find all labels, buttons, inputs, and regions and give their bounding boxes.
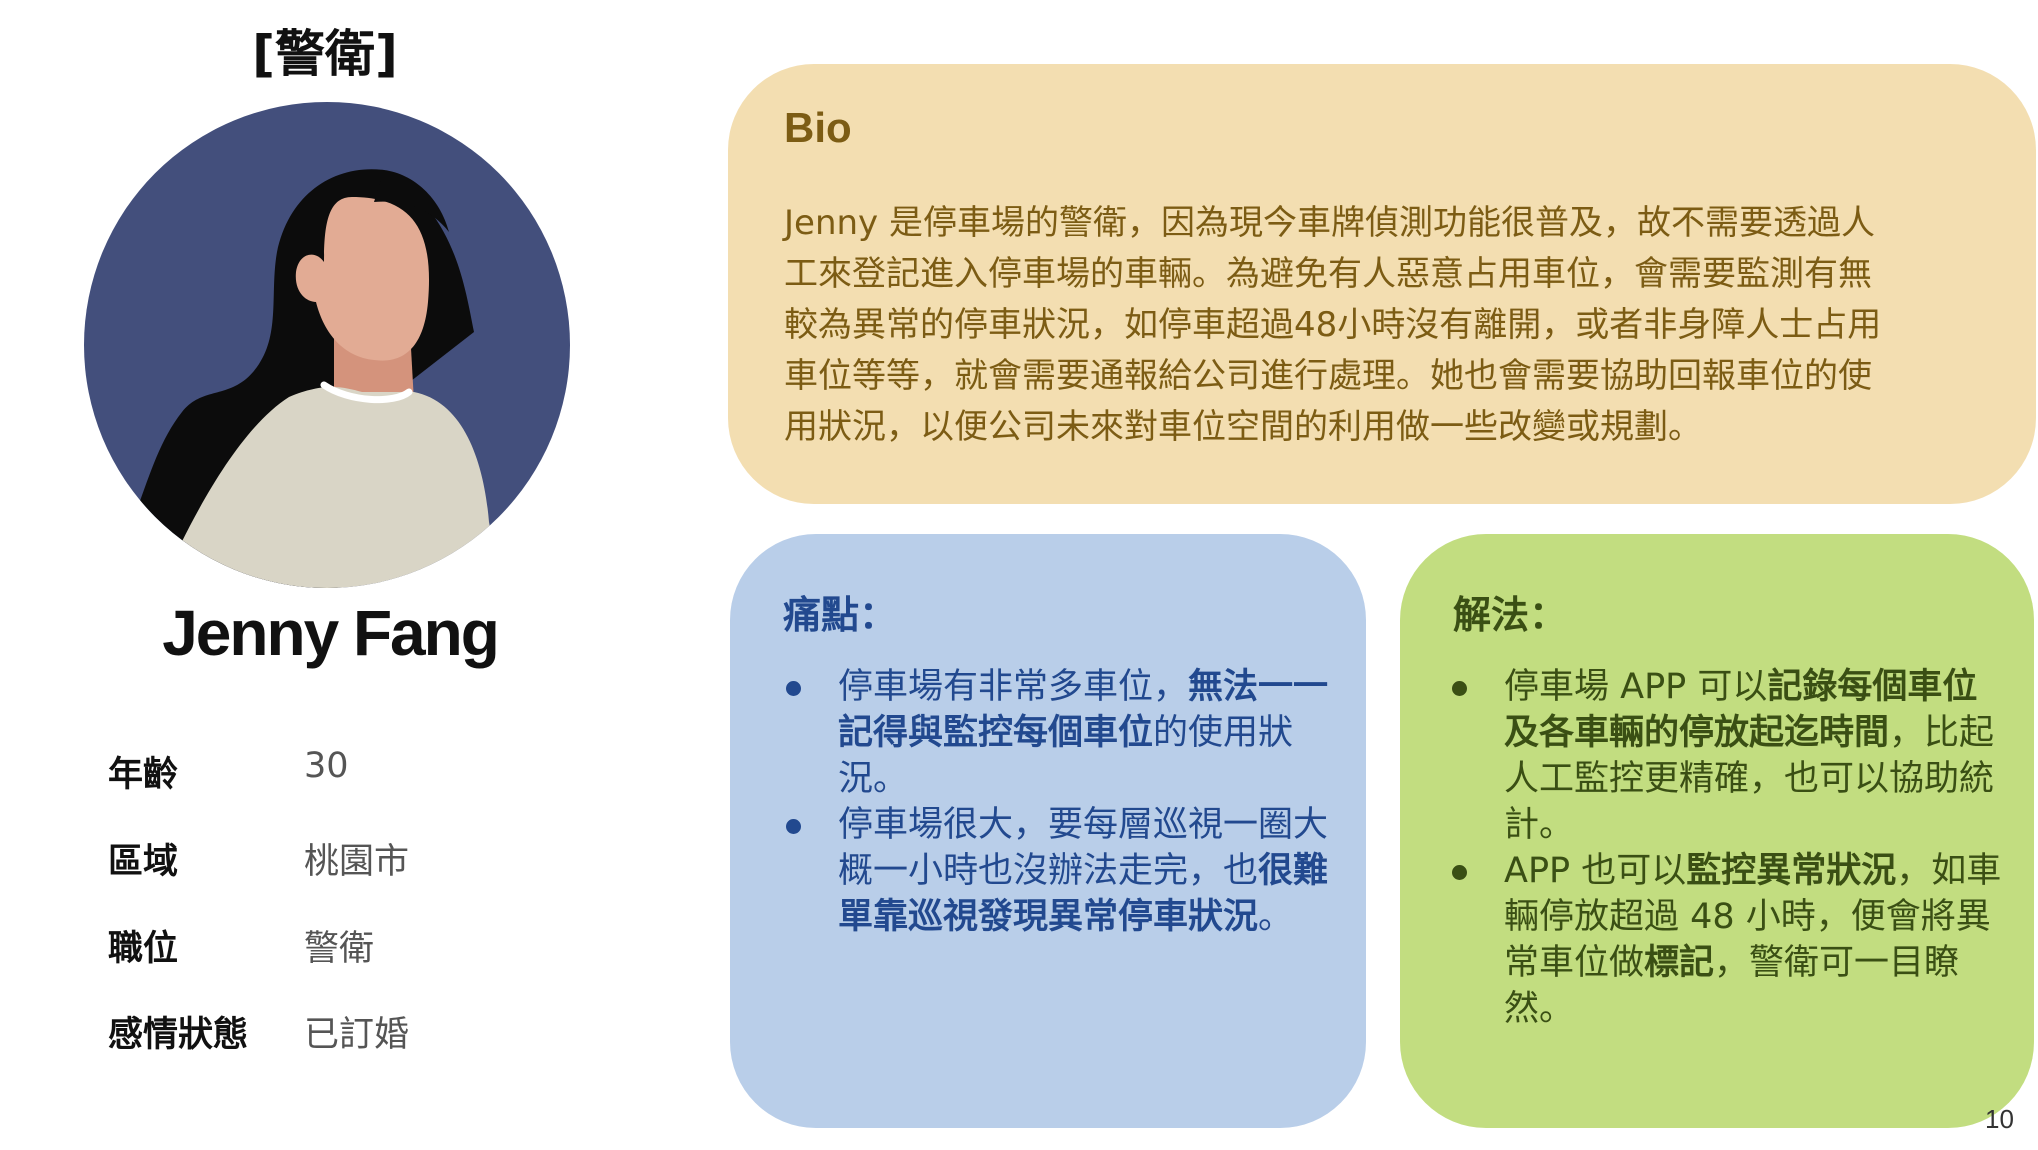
item-text: 。 — [1258, 897, 1294, 937]
item-text: APP 也可以 — [1504, 851, 1687, 891]
info-label-position: 職位 — [108, 929, 179, 969]
item-text: 停車場很大，要每層巡視一圈大概一小時也沒辦法走完，也 — [838, 805, 1329, 891]
info-value-age: 30 — [304, 746, 349, 786]
solutions-list: 停車場 APP 可以記錄每個車位及各車輛的停放起迄時間，比起人工監控更精確，也可… — [1446, 664, 2006, 1032]
role-title: [警衛] — [252, 25, 398, 83]
info-label-age: 年齡 — [108, 755, 179, 795]
bio-line: 工來登記進入停車場的車輛。為避免有人惡意占用車位，會需要監測有無 — [784, 254, 1872, 294]
info-label-region: 區域 — [108, 842, 179, 882]
info-value-position: 警衛 — [304, 929, 375, 969]
bio-line: 車位等等，就會需要通報給公司進行處理。她也會需要協助回報車位的使 — [784, 356, 1872, 396]
persona-name: Jenny Fang — [162, 597, 500, 669]
info-value-region: 桃園市 — [304, 842, 410, 882]
item-bold-text: 監控異常狀況 — [1686, 851, 1897, 891]
list-item: 停車場有非常多車位，無法一一記得與監控每個車位的使用狀況。 — [780, 664, 1340, 802]
pain-points-title: 痛點： — [783, 593, 898, 637]
list-item: APP 也可以監控異常狀況，如車輛停放超過 48 小時，便會將異常車位做標記，警… — [1446, 848, 2006, 1032]
pain-points-card: 痛點： 停車場有非常多車位，無法一一記得與監控每個車位的使用狀況。 停車場很大，… — [730, 534, 1366, 1128]
pain-points-list: 停車場有非常多車位，無法一一記得與監控每個車位的使用狀況。 停車場很大，要每層巡… — [780, 664, 1340, 940]
bio-title: Bio — [784, 104, 852, 151]
bio-line: 較為異常的停車狀況，如停車超過48小時沒有離開，或者非身障人士占用 — [784, 305, 1882, 345]
bio-card: Bio Jenny 是停車場的警衛，因為現今車牌偵測功能很普及，故不需要透過人 … — [728, 64, 2036, 504]
bullet-icon — [786, 819, 801, 834]
solutions-title: 解法： — [1453, 593, 1568, 637]
bio-text: Jenny 是停車場的警衛，因為現今車牌偵測功能很普及，故不需要透過人 工來登記… — [784, 198, 1989, 453]
item-text: 停車場有非常多車位， — [838, 667, 1189, 707]
list-item: 停車場 APP 可以記錄每個車位及各車輛的停放起迄時間，比起人工監控更精確，也可… — [1446, 664, 2006, 848]
bullet-icon — [1452, 865, 1467, 880]
page-number: 10 — [1985, 1104, 2014, 1134]
solutions-card: 解法： 停車場 APP 可以記錄每個車位及各車輛的停放起迄時間，比起人工監控更精… — [1400, 534, 2034, 1128]
list-item: 停車場很大，要每層巡視一圈大概一小時也沒辦法走完，也很難單靠巡視發現異常停車狀況… — [780, 802, 1340, 940]
info-value-relationship: 已訂婚 — [304, 1015, 410, 1055]
bullet-icon — [786, 681, 801, 696]
info-label-relationship: 感情狀態 — [108, 1015, 249, 1055]
woman-avatar-icon — [84, 102, 570, 588]
bio-line: 用狀況，以便公司未來對車位空間的利用做一些改變或規劃。 — [784, 407, 1702, 447]
bullet-icon — [1452, 681, 1467, 696]
item-text: 停車場 APP 可以 — [1504, 667, 1768, 707]
bio-line: Jenny 是停車場的警衛，因為現今車牌偵測功能很普及，故不需要透過人 — [784, 203, 1875, 243]
item-bold-text: 標記 — [1644, 943, 1715, 983]
